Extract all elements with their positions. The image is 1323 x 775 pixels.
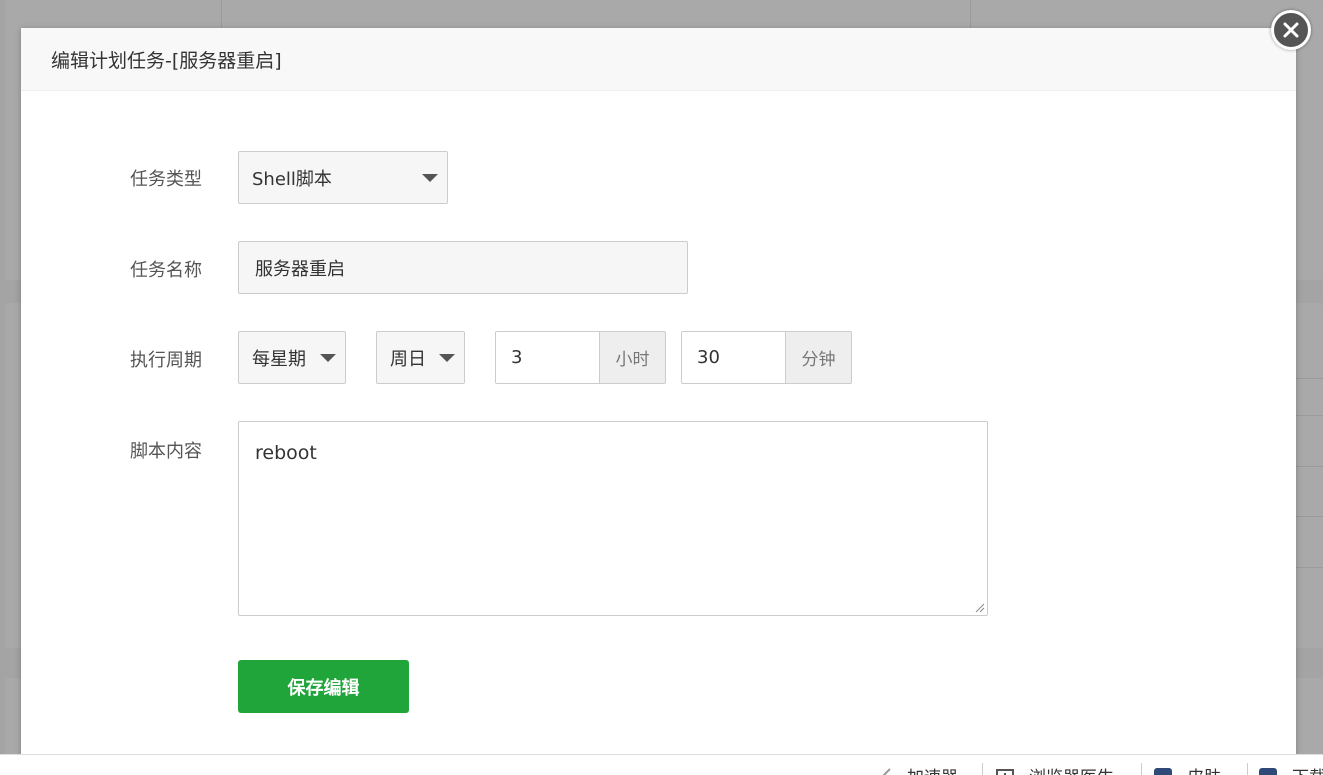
weekday-select[interactable]: 周日 [376,331,465,384]
chevron-down-icon [320,354,336,362]
task-name-input[interactable]: 服务器重启 [238,241,688,294]
hour-value: 3 [496,347,599,368]
browser-statusbar: 加速器 浏览器医生 皮肤 下载 [0,754,1323,775]
dialog-title: 编辑计划任务-[服务器重启] [51,46,282,73]
close-icon [1282,21,1300,39]
edit-task-dialog: 编辑计划任务-[服务器重启] 任务类型 Shell脚本 任务名称 服务器重启 执… [21,28,1296,758]
chevron-down-icon [439,354,455,362]
background-divider [1296,378,1323,379]
statusbar-skin[interactable]: 皮肤 [1153,763,1221,775]
minute-value: 30 [682,347,785,368]
statusbar-accelerator-label: 加速器 [907,763,958,775]
period-label: 执行周期 [130,346,220,372]
minute-input[interactable]: 30 [681,331,786,384]
script-value: reboot [255,442,317,464]
script-textarea[interactable]: reboot [238,421,988,616]
background-divider [221,0,222,28]
task-type-label: 任务类型 [130,165,220,191]
hour-unit-label: 小时 [616,345,650,370]
background-divider [1296,415,1323,416]
statusbar-download-label: 下载 [1292,763,1323,775]
hour-input[interactable]: 3 [495,331,600,384]
task-name-value: 服务器重启 [239,255,687,281]
chevron-down-icon [422,174,438,182]
statusbar-accelerator[interactable]: 加速器 [873,763,958,775]
statusbar-divider [1141,763,1142,775]
background-divider [1296,466,1323,467]
script-label: 脚本内容 [130,437,220,463]
dialog-header: 编辑计划任务-[服务器重启] [21,28,1296,91]
background-divider [1296,567,1323,568]
background-divider [970,0,971,28]
statusbar-download[interactable]: 下载 [1258,763,1323,775]
statusbar-divider [1247,763,1248,775]
task-type-select[interactable]: Shell脚本 [238,151,448,204]
save-button[interactable]: 保存编辑 [238,660,409,713]
statusbar-skin-label: 皮肤 [1187,763,1221,775]
background-divider [1296,516,1323,517]
minute-unit-label: 分钟 [802,345,836,370]
task-name-label: 任务名称 [130,256,220,282]
statusbar-divider [982,763,983,775]
hour-unit-addon: 小时 [599,331,666,384]
task-type-value: Shell脚本 [239,165,422,191]
minute-unit-addon: 分钟 [785,331,852,384]
statusbar-browser-doctor[interactable]: 浏览器医生 [995,763,1114,775]
resize-handle-icon[interactable] [973,601,985,613]
statusbar-browser-doctor-label: 浏览器医生 [1029,763,1114,775]
period-cycle-select[interactable]: 每星期 [238,331,346,384]
weekday-value: 周日 [377,345,439,371]
period-cycle-value: 每星期 [239,345,320,371]
close-button[interactable] [1271,10,1311,50]
